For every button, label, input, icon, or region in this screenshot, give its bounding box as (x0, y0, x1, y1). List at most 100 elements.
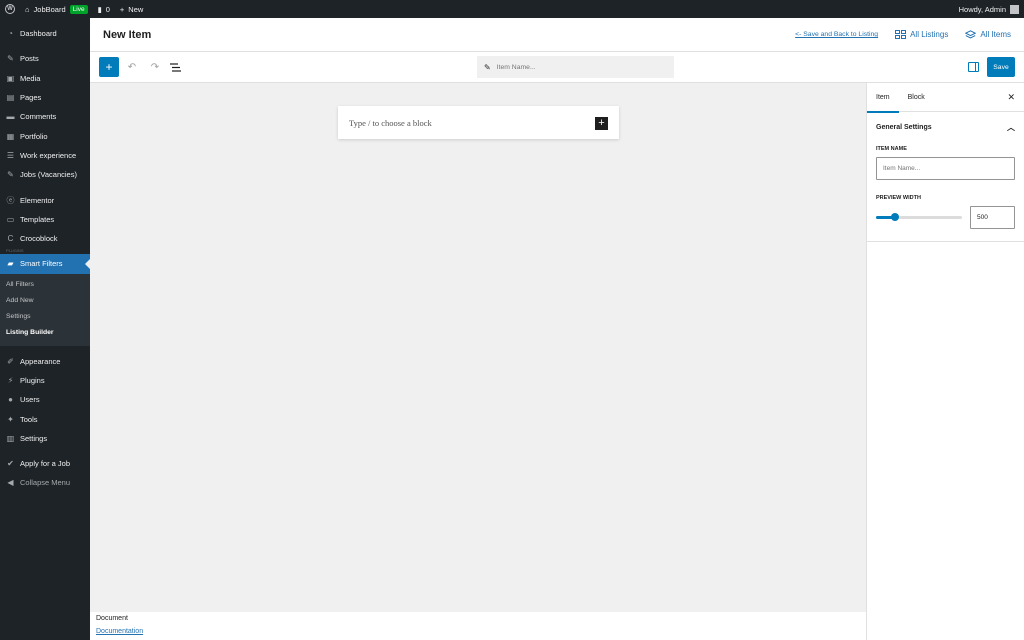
editor-header: New Item <- Save and Back to Listing All… (90, 18, 1024, 52)
item-name-input[interactable]: Item Name... (876, 157, 1015, 180)
general-settings-toggle[interactable]: General Settings ︿ (876, 112, 1015, 142)
panel-title: General Settings (876, 123, 932, 131)
smart-filters-submenu: All Filters Add New Settings Listing Bui… (0, 273, 90, 346)
submenu-settings[interactable]: Settings (0, 310, 90, 326)
new-content-menu[interactable]: + New (115, 0, 148, 18)
menu-item-work-experience[interactable]: ☰ Work experience (0, 146, 90, 165)
save-and-back-link[interactable]: <- Save and Back to Listing (795, 31, 878, 38)
collapse-menu-button[interactable]: ◀ Collapse Menu (0, 473, 90, 492)
block-appender[interactable]: Type / to choose a block + (338, 106, 619, 139)
editor-canvas[interactable]: Type / to choose a block + (90, 83, 866, 623)
item-name-label: ITEM NAME (876, 146, 907, 152)
comment-icon: ▬ (6, 112, 15, 122)
user-icon: ● (8, 395, 13, 405)
home-icon: ⌂ (25, 4, 30, 14)
plugin-icon: ⚡ (7, 376, 14, 385)
item-name-input-placeholder: Item Name... (883, 165, 921, 172)
site-name: JobBoard (33, 4, 66, 14)
documentation-link[interactable]: Documentation (96, 628, 866, 635)
collapse-icon: ◀ (7, 478, 14, 488)
redo-button[interactable]: ↷ (145, 57, 165, 77)
preview-width-value: 500 (977, 214, 988, 221)
menu-item-apply-job[interactable]: ✔ Apply for a Job (0, 454, 90, 473)
pencil-icon: ✎ (484, 62, 491, 72)
document-breadcrumb[interactable]: Document (96, 615, 866, 626)
menu-item-tools[interactable]: ✦ Tools (0, 409, 90, 428)
menu-item-comments[interactable]: ▬ Comments (0, 107, 90, 126)
undo-button[interactable]: ↶ (122, 57, 142, 77)
add-block-button[interactable]: + (99, 57, 119, 77)
menu-item-media[interactable]: ▣ Media (0, 69, 90, 88)
menu-item-appearance[interactable]: ✐ Appearance (0, 352, 90, 371)
add-block-plus-icon[interactable]: + (595, 117, 608, 130)
menu-label: Users (20, 395, 40, 405)
page-title: New Item (103, 28, 152, 41)
menu-item-pages[interactable]: ▤ Pages (0, 88, 90, 107)
preview-width-input[interactable]: 500 (970, 206, 1015, 229)
menu-label: Apply for a Job (20, 459, 71, 469)
close-icon[interactable]: ✕ (1007, 92, 1015, 103)
menu-item-crocoblock[interactable]: C Crocoblock (0, 229, 90, 248)
tab-item[interactable]: Item (867, 83, 899, 113)
all-items-link[interactable]: All Items (965, 29, 1011, 40)
menu-item-posts[interactable]: ✎ Posts (0, 49, 90, 68)
pin-icon: ✎ (7, 54, 14, 64)
menu-item-jobs[interactable]: ✎ Jobs (Vacancies) (0, 165, 90, 184)
submenu-listing-builder[interactable]: Listing Builder (0, 326, 90, 342)
menu-item-users[interactable]: ● Users (0, 390, 90, 409)
settings-sidebar: Item Block ✕ General Settings ︿ ITEM NAM… (866, 83, 1024, 640)
all-listings-link[interactable]: All Listings (895, 30, 948, 39)
site-name-menu[interactable]: ⌂ JobBoard Live (20, 0, 93, 18)
menu-label: Crocoblock (20, 234, 58, 244)
block-prompt: Type / to choose a block (349, 117, 432, 128)
item-name-title-input[interactable]: ✎ Item Name... (477, 56, 674, 78)
preview-width-slider[interactable] (876, 213, 962, 221)
chevron-up-icon: ︿ (1007, 122, 1015, 132)
menu-item-elementor[interactable]: ⓔ Elementor (0, 190, 90, 209)
grid-icon (895, 30, 907, 39)
menu-label: Plugins (20, 376, 45, 385)
slider-thumb[interactable] (890, 213, 899, 221)
menu-label: Collapse Menu (20, 478, 71, 488)
tab-block[interactable]: Block (899, 83, 934, 112)
plus-icon: + (105, 60, 113, 74)
settings-icon: ▥ (6, 433, 15, 443)
jobs-icon: ✎ (7, 170, 14, 180)
menu-label: Portfolio (20, 131, 48, 141)
menu-label: Dashboard (20, 29, 57, 39)
menu-label: Work experience (20, 150, 77, 160)
save-button[interactable]: Save (987, 57, 1015, 77)
menu-item-smart-filters[interactable]: ▰ Smart Filters (0, 254, 90, 274)
menu-label: Posts (20, 54, 39, 64)
wp-logo-menu[interactable]: W (0, 0, 20, 18)
menu-label: Comments (20, 112, 57, 122)
menu-item-settings[interactable]: ▥ Settings (0, 429, 90, 448)
submenu-all-filters[interactable]: All Filters (0, 278, 90, 294)
smart-filters-icon: ▰ (7, 259, 14, 269)
wrench-icon: ✦ (7, 414, 14, 424)
brush-icon: ✐ (7, 356, 14, 366)
menu-item-dashboard[interactable]: ◔ Dashboard (0, 24, 90, 43)
wordpress-logo-icon: W (5, 4, 15, 14)
menu-label: Media (20, 73, 41, 83)
page-icon: ▤ (6, 93, 15, 103)
menu-item-plugins[interactable]: ⚡ Plugins (0, 371, 90, 390)
avatar (1010, 4, 1019, 14)
admin-bar: W ⌂ JobBoard Live ▮ 0 + New Howdy, Admin (0, 0, 1024, 18)
settings-sidebar-toggle[interactable] (968, 62, 979, 72)
new-label: New (128, 4, 144, 14)
redo-icon: ↷ (150, 61, 160, 73)
editor-toolbar: + ↶ ↷ ✎ Item Name... Save (90, 52, 1024, 83)
menu-label: Templates (20, 214, 55, 224)
menu-item-portfolio[interactable]: ▦ Portfolio (0, 126, 90, 145)
crocoblock-icon: C (7, 234, 14, 244)
live-badge: Live (69, 4, 88, 14)
comments-menu[interactable]: ▮ 0 (93, 0, 115, 18)
submenu-add-new[interactable]: Add New (0, 294, 90, 310)
menu-item-templates[interactable]: ▭ Templates (0, 210, 90, 229)
menu-label: Appearance (20, 356, 61, 366)
menu-label: Settings (20, 433, 48, 443)
account-menu[interactable]: Howdy, Admin (959, 4, 1024, 14)
list-view-button[interactable] (165, 57, 185, 77)
checkmark-icon: ✔ (7, 459, 14, 469)
